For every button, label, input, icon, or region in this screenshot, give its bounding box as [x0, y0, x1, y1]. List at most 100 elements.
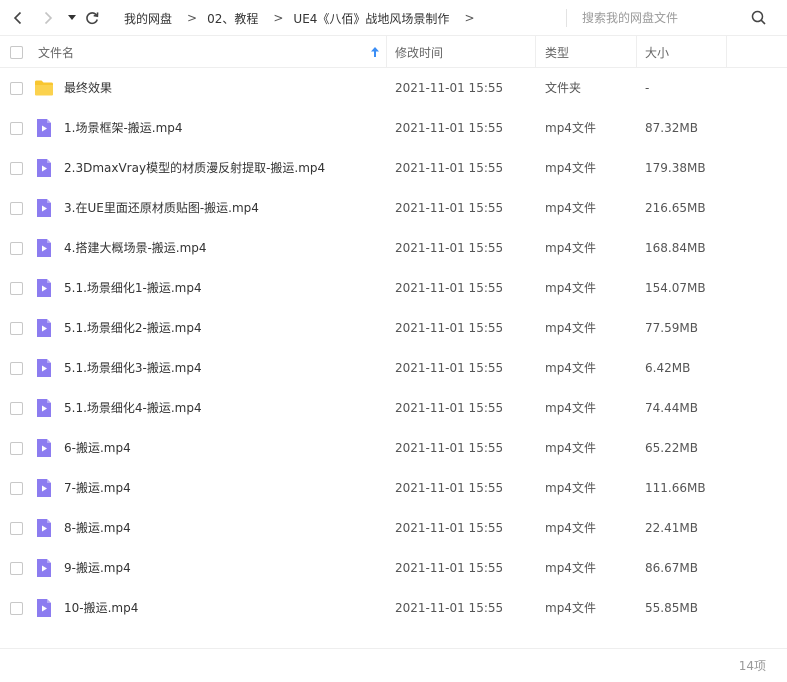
column-header-size-label: 大小: [645, 45, 670, 60]
table-row[interactable]: 9-搬运.mp4 2021-11-01 15:55 mp4文件 86.67MB: [0, 548, 787, 588]
breadcrumb-item-tutorials[interactable]: 02、教程: [207, 10, 258, 27]
chevron-left-icon: [13, 11, 22, 25]
column-header-type[interactable]: 类型: [545, 36, 569, 68]
back-button[interactable]: [7, 6, 29, 30]
file-name[interactable]: 2.3DmaxVray模型的材质漫反射提取-搬运.mp4: [64, 148, 325, 188]
table-header: 文件名 修改时间 类型 大小: [0, 36, 787, 68]
table-row[interactable]: 3.在UE里面还原材质贴图-搬运.mp4 2021-11-01 15:55 mp4文…: [0, 188, 787, 228]
row-checkbox[interactable]: [10, 162, 23, 175]
search-button[interactable]: [750, 9, 768, 27]
table-row[interactable]: 最终效果 2021-11-01 15:55 文件夹 -: [0, 68, 787, 108]
video-file-icon: [37, 359, 51, 377]
breadcrumb-separator: >: [273, 11, 284, 25]
breadcrumb-item-current-folder[interactable]: UE4《八佰》战地风场景制作: [293, 10, 449, 27]
file-modified: 2021-11-01 15:55: [395, 121, 504, 135]
file-modified: 2021-11-01 15:55: [395, 281, 504, 295]
file-type: mp4文件: [545, 361, 596, 375]
row-checkbox[interactable]: [10, 482, 23, 495]
forward-button[interactable]: [37, 6, 59, 30]
file-modified: 2021-11-01 15:55: [395, 321, 504, 335]
table-row[interactable]: 2.3DmaxVray模型的材质漫反射提取-搬运.mp4 2021-11-01 1…: [0, 148, 787, 188]
file-type: mp4文件: [545, 281, 596, 295]
video-file-icon: [37, 319, 51, 337]
file-name[interactable]: 10-搬运.mp4: [64, 588, 138, 628]
file-type: mp4文件: [545, 561, 596, 575]
row-checkbox[interactable]: [10, 282, 23, 295]
row-checkbox[interactable]: [10, 82, 23, 95]
file-name[interactable]: 最终效果: [64, 68, 112, 108]
table-row[interactable]: 6-搬运.mp4 2021-11-01 15:55 mp4文件 65.22MB: [0, 428, 787, 468]
file-modified: 2021-11-01 15:55: [395, 521, 504, 535]
file-modified: 2021-11-01 15:55: [395, 601, 504, 615]
row-checkbox[interactable]: [10, 602, 23, 615]
file-modified: 2021-11-01 15:55: [395, 561, 504, 575]
row-checkbox[interactable]: [10, 522, 23, 535]
file-name[interactable]: 6-搬运.mp4: [64, 428, 131, 468]
row-checkbox[interactable]: [10, 322, 23, 335]
column-header-name[interactable]: 文件名: [38, 36, 74, 68]
file-name[interactable]: 5.1.场景细化1-搬运.mp4: [64, 268, 202, 308]
table-row[interactable]: 4.搭建大概场景-搬运.mp4 2021-11-01 15:55 mp4文件 168.…: [0, 228, 787, 268]
select-all-checkbox[interactable]: [10, 46, 23, 59]
column-header-type-label: 类型: [545, 45, 570, 60]
file-name[interactable]: 7-搬运.mp4: [64, 468, 131, 508]
video-file-icon: [37, 199, 51, 217]
table-row[interactable]: 5.1.场景细化1-搬运.mp4 2021-11-01 15:55 mp4文件 154…: [0, 268, 787, 308]
file-size: 86.67MB: [645, 561, 698, 575]
video-file-icon: [37, 519, 51, 537]
refresh-button[interactable]: [81, 6, 103, 30]
arrow-up-icon[interactable]: [371, 47, 379, 57]
table-row[interactable]: 5.1.场景细化2-搬运.mp4 2021-11-01 15:55 mp4文件 77.…: [0, 308, 787, 348]
table-row[interactable]: 8-搬运.mp4 2021-11-01 15:55 mp4文件 22.41MB: [0, 508, 787, 548]
file-type: mp4文件: [545, 521, 596, 535]
file-size: 179.38MB: [645, 161, 706, 175]
row-checkbox[interactable]: [10, 562, 23, 575]
table-row[interactable]: 5.1.场景细化3-搬运.mp4 2021-11-01 15:55 mp4文件 6.4…: [0, 348, 787, 388]
file-name[interactable]: 9-搬运.mp4: [64, 548, 131, 588]
file-name[interactable]: 8-搬运.mp4: [64, 508, 131, 548]
file-name[interactable]: 4.搭建大概场景-搬运.mp4: [64, 228, 207, 268]
breadcrumb-separator: >: [464, 11, 475, 25]
history-dropdown-button[interactable]: [61, 6, 83, 30]
video-file-icon: [37, 479, 51, 497]
table-row[interactable]: 5.1.场景细化4-搬运.mp4 2021-11-01 15:55 mp4文件 74.…: [0, 388, 787, 428]
table-row[interactable]: 7-搬运.mp4 2021-11-01 15:55 mp4文件 111.66MB: [0, 468, 787, 508]
file-type: mp4文件: [545, 441, 596, 455]
row-checkbox[interactable]: [10, 122, 23, 135]
column-header-modified-label: 修改时间: [395, 45, 444, 60]
file-size: 168.84MB: [645, 241, 706, 255]
chevron-right-icon: [44, 11, 53, 25]
file-type: mp4文件: [545, 241, 596, 255]
row-checkbox[interactable]: [10, 442, 23, 455]
video-file-icon: [37, 439, 51, 457]
file-type: 文件夹: [545, 81, 582, 95]
row-checkbox[interactable]: [10, 362, 23, 375]
table-row[interactable]: 1.场景框架-搬运.mp4 2021-11-01 15:55 mp4文件 87.32M…: [0, 108, 787, 148]
search-input[interactable]: [582, 9, 742, 27]
toolbar: 我的网盘 > 02、教程 > UE4《八佰》战地风场景制作 >: [0, 0, 787, 36]
file-modified: 2021-11-01 15:55: [395, 81, 504, 95]
breadcrumb-item-my-drive[interactable]: 我的网盘: [124, 10, 172, 27]
footer-divider: [0, 648, 787, 649]
column-divider: [535, 36, 536, 68]
video-file-icon: [37, 239, 51, 257]
row-checkbox[interactable]: [10, 402, 23, 415]
file-size: 6.42MB: [645, 361, 691, 375]
toolbar-divider: [566, 9, 567, 27]
row-checkbox[interactable]: [10, 202, 23, 215]
file-name[interactable]: 3.在UE里面还原材质贴图-搬运.mp4: [64, 188, 259, 228]
folder-icon: [35, 80, 53, 96]
file-modified: 2021-11-01 15:55: [395, 401, 504, 415]
file-name[interactable]: 1.场景框架-搬运.mp4: [64, 108, 183, 148]
video-file-icon: [37, 559, 51, 577]
file-name[interactable]: 5.1.场景细化2-搬运.mp4: [64, 308, 202, 348]
file-modified: 2021-11-01 15:55: [395, 241, 504, 255]
column-header-size[interactable]: 大小: [645, 36, 669, 68]
table-row[interactable]: 10-搬运.mp4 2021-11-01 15:55 mp4文件 55.85MB: [0, 588, 787, 628]
file-name[interactable]: 5.1.场景细化4-搬运.mp4: [64, 388, 202, 428]
file-size: 55.85MB: [645, 601, 698, 615]
file-name[interactable]: 5.1.场景细化3-搬运.mp4: [64, 348, 202, 388]
row-checkbox[interactable]: [10, 242, 23, 255]
column-header-modified[interactable]: 修改时间: [395, 36, 443, 68]
refresh-icon: [86, 12, 99, 25]
